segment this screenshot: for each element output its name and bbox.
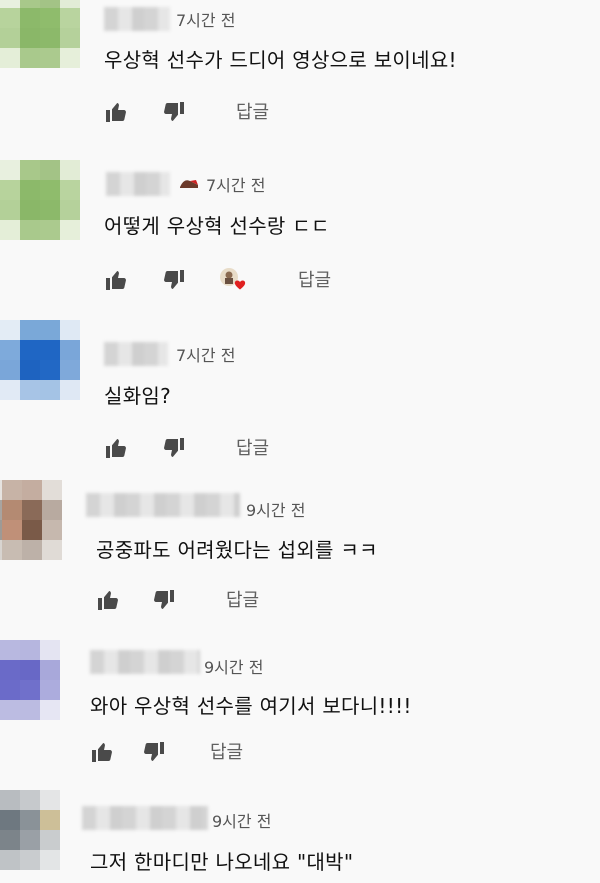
- thumb-down-icon[interactable]: [142, 740, 166, 764]
- comment-time: 9시간 전: [212, 812, 272, 831]
- reply-button[interactable]: 답글: [298, 266, 331, 292]
- comment-text: 실화임?: [104, 384, 172, 408]
- comment-actions: 답글: [104, 266, 364, 296]
- author-name[interactable]: [82, 806, 208, 830]
- avatar[interactable]: [0, 0, 80, 68]
- reply-button[interactable]: 답글: [236, 98, 269, 124]
- comment-actions: 답글: [96, 586, 296, 616]
- avatar[interactable]: [0, 160, 80, 240]
- comment-text: 어떻게 우상혁 선수랑 ㄷㄷ: [104, 214, 330, 238]
- comment-actions: 답글: [104, 98, 304, 128]
- author-name[interactable]: [90, 650, 200, 674]
- comment-text: 공중파도 어려웠다는 섭외를 ㅋㅋ: [96, 538, 378, 562]
- comment-time: 9시간 전: [246, 501, 306, 520]
- avatar[interactable]: [0, 790, 60, 870]
- comment-time: 9시간 전: [204, 658, 264, 677]
- comment-text: 우상혁 선수가 드디어 영상으로 보이네요!: [104, 48, 457, 72]
- comment-time: 7시간 전: [176, 11, 236, 30]
- author-name[interactable]: [104, 342, 168, 366]
- avatar[interactable]: [0, 320, 80, 400]
- comment-text: 그저 한마디만 나오네요 "대박": [90, 850, 354, 874]
- thumb-down-icon[interactable]: [162, 268, 186, 292]
- author-name[interactable]: [86, 493, 240, 517]
- author-name[interactable]: [106, 172, 170, 196]
- author-name[interactable]: [104, 7, 170, 31]
- comment-time: 7시간 전: [176, 346, 236, 365]
- thumb-down-icon[interactable]: [162, 436, 186, 460]
- thumb-down-icon[interactable]: [152, 588, 176, 612]
- thumb-up-icon[interactable]: [104, 100, 128, 124]
- reply-button[interactable]: 답글: [210, 738, 243, 764]
- thumb-up-icon[interactable]: [90, 740, 114, 764]
- thumb-up-icon[interactable]: [104, 436, 128, 460]
- thumb-up-icon[interactable]: [96, 588, 120, 612]
- comment-text: 와아 우상혁 선수를 여기서 보다니!!!!: [90, 694, 412, 718]
- reply-button[interactable]: 답글: [236, 434, 269, 460]
- thumb-up-icon[interactable]: [104, 268, 128, 292]
- reply-button[interactable]: 답글: [226, 586, 259, 612]
- thumb-down-icon[interactable]: [162, 100, 186, 124]
- comment-actions: 답글: [90, 738, 290, 768]
- comment-time: 7시간 전: [206, 176, 266, 195]
- avatar[interactable]: [0, 480, 62, 560]
- comment-actions: 답글: [104, 434, 304, 464]
- creator-heart-icon: [220, 268, 246, 290]
- avatar[interactable]: [0, 640, 60, 720]
- author-badge-icon: [180, 180, 198, 188]
